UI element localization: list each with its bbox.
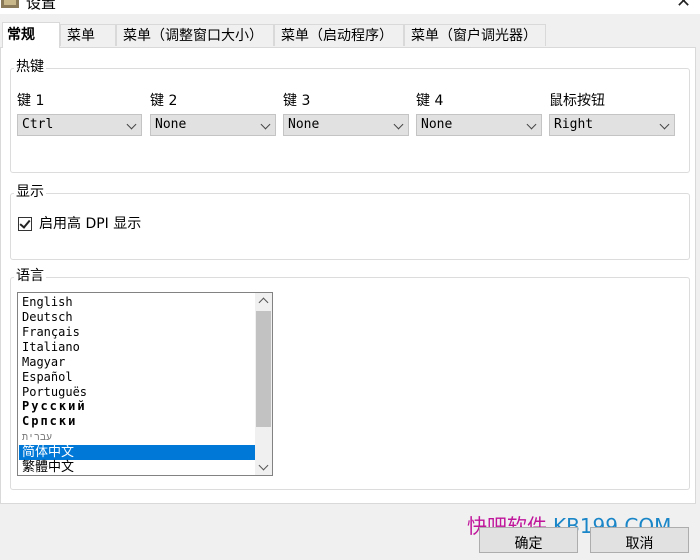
list-item[interactable]: Deutsch xyxy=(19,310,255,325)
list-item[interactable]: Italiano xyxy=(19,340,255,355)
key3-label: 键 3 xyxy=(283,93,311,109)
checkmark-icon xyxy=(19,217,31,229)
key1-label: 键 1 xyxy=(17,93,45,109)
chevron-down-icon xyxy=(126,119,137,130)
list-item[interactable]: Magyar xyxy=(19,355,255,370)
key1-select[interactable]: Ctrl xyxy=(17,114,142,136)
key4-value: None xyxy=(421,117,453,132)
chevron-up-icon xyxy=(258,297,269,308)
ok-button[interactable]: 确定 xyxy=(479,527,578,553)
tab-menu-dimmer[interactable]: 菜单（窗户调光器） xyxy=(404,24,546,46)
key4-label: 键 4 xyxy=(416,93,444,109)
chevron-down-icon xyxy=(393,119,404,130)
chevron-down-icon xyxy=(260,119,271,130)
key2-value: None xyxy=(155,117,187,132)
display-group-title: 显示 xyxy=(14,182,46,202)
mouse-button-value: Right xyxy=(554,117,594,132)
high-dpi-label: 启用高 DPI 显示 xyxy=(39,216,142,232)
list-item[interactable]: Français xyxy=(19,325,255,340)
list-item[interactable]: Portuguës xyxy=(19,385,255,400)
hotkey-group-title: 热键 xyxy=(14,57,46,77)
scroll-thumb[interactable] xyxy=(256,311,271,427)
key3-select[interactable]: None xyxy=(283,114,409,136)
key2-select[interactable]: None xyxy=(150,114,276,136)
mouse-button-select[interactable]: Right xyxy=(549,114,675,136)
chevron-down-icon xyxy=(258,460,269,471)
list-item[interactable]: Српски xyxy=(19,414,255,429)
list-item[interactable]: Русский xyxy=(19,399,255,414)
key3-value: None xyxy=(288,117,320,132)
close-icon[interactable]: ✕ xyxy=(676,0,691,12)
high-dpi-checkbox[interactable] xyxy=(18,217,32,231)
list-item[interactable]: English xyxy=(19,295,255,310)
scroll-up-button[interactable] xyxy=(255,293,272,309)
language-listbox[interactable]: English Deutsch Français Italiano Magyar… xyxy=(17,292,273,476)
chevron-down-icon xyxy=(526,119,537,130)
tab-menu[interactable]: 菜单 xyxy=(60,24,116,46)
listbox-scrollbar[interactable] xyxy=(255,293,272,475)
key2-label: 键 2 xyxy=(150,93,178,109)
list-item[interactable]: עברית xyxy=(19,430,255,445)
chevron-down-icon xyxy=(659,119,670,130)
key1-value: Ctrl xyxy=(22,117,54,132)
scroll-down-button[interactable] xyxy=(255,459,272,475)
key4-select[interactable]: None xyxy=(416,114,542,136)
tab-menu-launch[interactable]: 菜单（启动程序） xyxy=(274,24,404,46)
title-bar: 设置 ✕ xyxy=(0,0,700,14)
list-item[interactable]: 繁體中文 xyxy=(19,460,255,475)
language-group-title: 语言 xyxy=(14,266,46,286)
tab-menu-resize[interactable]: 菜单（调整窗口大小） xyxy=(116,24,274,46)
mouse-button-label: 鼠标按钮 xyxy=(549,93,605,109)
cancel-button[interactable]: 取消 xyxy=(590,527,689,553)
list-item-selected[interactable]: 简体中文 xyxy=(19,445,255,460)
window-title: 设置 xyxy=(26,0,57,12)
settings-app-icon xyxy=(1,0,19,8)
tab-bar: 常规 菜单 菜单（调整窗口大小） 菜单（启动程序） 菜单（窗户调光器） xyxy=(0,22,700,48)
list-item[interactable]: Español xyxy=(19,370,255,385)
tab-general[interactable]: 常规 xyxy=(2,22,60,48)
